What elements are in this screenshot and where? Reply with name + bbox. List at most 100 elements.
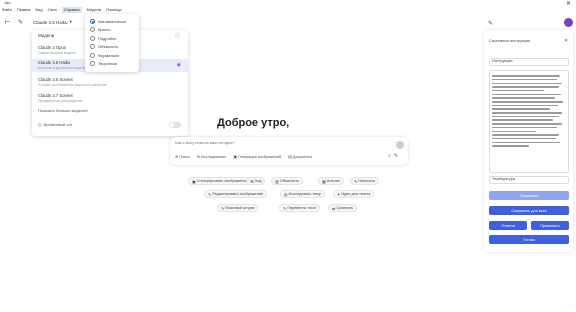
suggestion-chip[interactable]: ✎ Написать bbox=[350, 177, 380, 185]
info-icon[interactable]: ⓘ bbox=[175, 32, 180, 39]
save-all-button[interactable]: Сохранить для всех bbox=[489, 206, 569, 215]
mode-option[interactable]: Автоматически bbox=[85, 17, 139, 26]
menu-models[interactable]: Модели bbox=[87, 7, 102, 13]
radio-icon bbox=[90, 61, 95, 67]
sparkle-icon: ✦ bbox=[337, 191, 341, 197]
radio-icon bbox=[90, 52, 95, 58]
mode-option[interactable]: Подробно bbox=[85, 34, 139, 43]
tool-research-label: Исследование bbox=[200, 154, 227, 159]
model-dropdown-title: Модели bbox=[38, 33, 55, 38]
new-chat-icon[interactable]: ✎ bbox=[17, 19, 24, 26]
suggestion-chip[interactable]: ✦ Идеи для текста bbox=[333, 190, 375, 198]
suggestion-label: Сравнить bbox=[336, 206, 354, 210]
microphone-icon[interactable]: ✎ bbox=[394, 153, 398, 159]
lightbulb-icon: ◍ bbox=[284, 191, 288, 197]
radio-icon bbox=[90, 35, 95, 41]
menu-file[interactable]: Файл bbox=[2, 7, 12, 13]
mode-option-label: Автоматически bbox=[98, 18, 126, 24]
model-selector[interactable]: Claude 3.5 Haiku ▾ bbox=[30, 18, 75, 26]
mode-option[interactable]: Творчески bbox=[85, 60, 139, 69]
instructions-name-field[interactable]: Инструкции bbox=[489, 58, 569, 66]
menu-view[interactable]: Вид bbox=[35, 7, 42, 13]
mode-option[interactable]: Объяснить bbox=[85, 43, 139, 52]
suggestion-label: Идеи для текста bbox=[341, 192, 371, 196]
mode-option-label: Формально bbox=[98, 52, 120, 58]
suggestion-label: Код bbox=[255, 179, 262, 183]
model-option-desc: Лучшее соотношение скорости и качества bbox=[38, 83, 107, 87]
edit-image-icon: ✎ bbox=[208, 191, 212, 197]
pen-icon: ✎ bbox=[354, 178, 358, 184]
sidebar-toggle-icon[interactable]: ⊢ bbox=[4, 19, 11, 26]
model-option-name: Claude 3.7 Sonnet bbox=[38, 93, 73, 98]
suggestion-chip[interactable]: ✎ Мозговой штурм bbox=[217, 204, 259, 212]
radio-icon bbox=[90, 44, 95, 50]
tool-research[interactable]: ⊛ Исследование bbox=[197, 154, 227, 160]
menu-edit[interactable]: Правка bbox=[17, 7, 31, 13]
book-icon: ▥ bbox=[275, 178, 279, 184]
suggestion-label: Анализ bbox=[326, 179, 340, 183]
more-models-link[interactable]: Показать больше моделей bbox=[38, 108, 88, 113]
greeting: Доброе утро, bbox=[217, 117, 290, 129]
panel-title: Системные инструкции bbox=[489, 39, 531, 43]
mode-option[interactable]: Кратко bbox=[85, 26, 139, 35]
suggestion-chip[interactable]: ▣ Сгенерировать изображение bbox=[188, 177, 252, 185]
done-button[interactable]: Готово bbox=[489, 235, 569, 244]
cancel-button[interactable]: Отмена bbox=[489, 221, 527, 230]
chat-composer: ⊕Поиск ⊛Исследование ▣Генерация изображе… bbox=[170, 137, 408, 165]
tool-image[interactable]: ▣ Генерация изображений bbox=[233, 154, 282, 160]
suggestion-label: Написать bbox=[358, 179, 376, 183]
mode-menu: Автоматически Кратко Подробно Объяснить … bbox=[85, 14, 139, 72]
suggestion-chip[interactable]: ▥ Объяснить bbox=[271, 177, 304, 185]
suggestion-chip[interactable]: ◍ Исследовать тему bbox=[280, 190, 325, 198]
image-icon: ▣ bbox=[233, 155, 238, 159]
radio-icon bbox=[90, 27, 95, 33]
send-button[interactable] bbox=[396, 141, 404, 149]
apply-button[interactable]: Применить bbox=[531, 221, 569, 230]
close-icon[interactable]: ✕ bbox=[566, 0, 571, 7]
suggestion-chip[interactable]: ⌘ Код bbox=[246, 177, 266, 185]
tool-image-label: Генерация изображений bbox=[238, 154, 282, 159]
suggestion-chip[interactable]: ⇄ Сравнить bbox=[328, 204, 358, 212]
close-icon[interactable]: ✕ bbox=[564, 38, 568, 44]
mode-option[interactable]: Формально bbox=[85, 51, 139, 60]
menu-help[interactable]: Справка bbox=[61, 7, 82, 13]
model-option[interactable]: Claude 3.7 Sonnet Продвинутые рассуждени… bbox=[32, 92, 188, 105]
suggestion-label: Перевести текст bbox=[287, 206, 317, 210]
composer-actions: ⌕ ✎ bbox=[388, 153, 398, 159]
code-icon: ⌘ bbox=[250, 178, 254, 184]
suggestion-label: Редактировать изображение bbox=[212, 192, 263, 196]
suggestion-chip[interactable]: ✎ Редактировать изображение bbox=[204, 190, 267, 198]
tool-search[interactable]: ⊕ Поиск bbox=[175, 154, 190, 160]
compare-icon: ⇄ bbox=[332, 205, 336, 211]
chat-input[interactable] bbox=[175, 140, 375, 145]
temperature-field[interactable]: Температура bbox=[489, 176, 569, 184]
brain-icon: ✎ bbox=[221, 205, 225, 211]
app-title: Jan bbox=[4, 0, 11, 5]
temporary-chat-toggle[interactable] bbox=[169, 122, 181, 128]
avatar[interactable] bbox=[564, 18, 573, 27]
mode-option-label: Творчески bbox=[98, 61, 118, 67]
document-icon: ▤ bbox=[288, 155, 292, 159]
menu-assist[interactable]: Помощь bbox=[106, 7, 121, 13]
globe-icon: ⊕ bbox=[175, 155, 179, 159]
edit-icon[interactable]: ✎ bbox=[488, 20, 493, 27]
suggestion-chip[interactable]: ▦ Анализ bbox=[318, 177, 344, 185]
system-instructions-panel: Системные инструкции ✕ Инструкции Темпер… bbox=[484, 30, 573, 252]
model-option-name: Claude 3.5 Sonnet bbox=[38, 77, 73, 82]
suggestion-chip[interactable]: ✎ Перевести текст bbox=[279, 204, 321, 212]
instructions-textarea[interactable] bbox=[489, 70, 569, 173]
paperclip-icon[interactable]: ⌕ bbox=[388, 153, 391, 159]
check-icon: ◉ bbox=[176, 62, 181, 68]
clock-icon: ◷ bbox=[38, 122, 42, 127]
chart-icon: ▦ bbox=[322, 178, 326, 184]
tool-docs[interactable]: ▤ Документы bbox=[288, 154, 313, 160]
temporary-chat-text: Временный чат bbox=[43, 122, 73, 127]
toolbar: ⊢ ✎ Claude 3.5 Haiku ▾ bbox=[4, 17, 75, 27]
menu-window[interactable]: Окно bbox=[48, 7, 57, 13]
resize-grip-icon[interactable]: ⋰ bbox=[567, 304, 571, 309]
tool-docs-label: Документы bbox=[292, 154, 313, 159]
radio-icon bbox=[90, 18, 95, 24]
save-button[interactable]: Сохранить bbox=[489, 191, 569, 200]
suggestion-label: Мозговой штурм bbox=[225, 206, 255, 210]
model-option[interactable]: Claude 3.5 Sonnet Лучшее соотношение ско… bbox=[32, 76, 188, 89]
